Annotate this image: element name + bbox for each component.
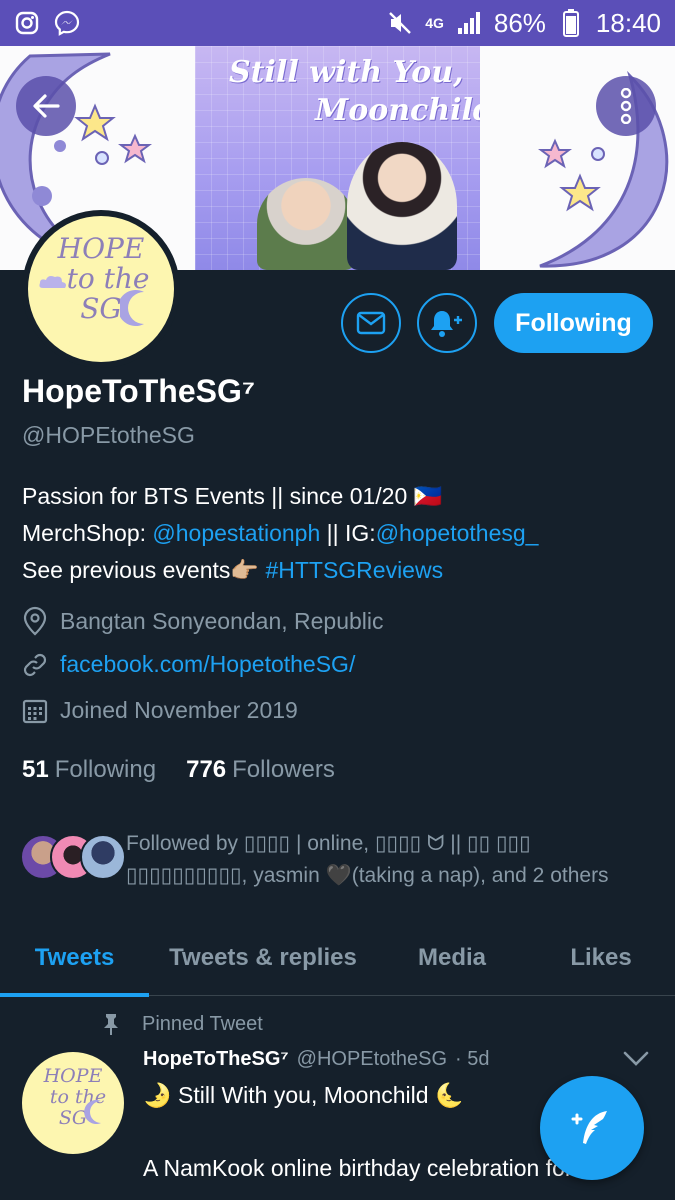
profile-bio: Passion for BTS Events || since 01/20 🇵🇭… <box>22 483 539 583</box>
avatar-cloud-icon <box>39 276 66 288</box>
profile-handle: @HOPEtotheSG <box>22 422 195 448</box>
chevron-down-icon[interactable] <box>622 1048 650 1068</box>
clock: 18:40 <box>595 7 661 38</box>
tab-tweets[interactable]: Tweets <box>0 920 149 997</box>
messenger-icon <box>54 10 80 36</box>
link-icon <box>23 653 47 676</box>
avatar-moon-icon <box>120 290 144 326</box>
tab-tweets-replies[interactable]: Tweets & replies <box>149 920 377 996</box>
crescent-icon <box>451 130 467 162</box>
tab-likes[interactable]: Likes <box>527 920 675 996</box>
profile-location: Bangtan Sonyeondan, Republic <box>22 606 384 636</box>
more-options-button[interactable] <box>596 76 656 136</box>
tweet-text-line1: 🌛 Still With you, Moonchild 🌜 <box>143 1082 464 1108</box>
tweet-time: · 5d <box>455 1048 490 1070</box>
tweet-author-name[interactable]: HopeToTheSG⁷ <box>143 1048 289 1071</box>
banner-title: Still with You, Moonchild <box>229 55 480 128</box>
tweet-header: HopeToTheSG⁷ @HOPEtotheSG · 5d <box>143 1048 490 1071</box>
hashtag-link[interactable]: #HTTSGReviews <box>265 557 443 583</box>
back-arrow-icon <box>33 94 60 118</box>
following-button[interactable]: Following <box>494 293 653 353</box>
battery-percent: 86% <box>493 7 546 38</box>
profile-avatar[interactable]: HOPE to the SG <box>22 210 180 368</box>
location-pin-icon <box>23 606 47 636</box>
bell-plus-icon <box>431 311 462 337</box>
avatar-moon-icon <box>84 1100 101 1124</box>
back-button[interactable] <box>16 76 76 136</box>
avatar-logo-text: HOPE to the SG <box>43 1065 107 1129</box>
banner-artwork: Still with You, Moonchild <box>195 46 480 270</box>
merchshop-link[interactable]: @hopestationph <box>152 520 320 546</box>
message-button[interactable] <box>341 293 401 353</box>
battery-icon <box>558 9 584 37</box>
signal-icon <box>456 10 482 36</box>
status-bar: 4G 86% 18:40 <box>0 0 675 46</box>
calendar-icon <box>22 699 48 723</box>
tab-media[interactable]: Media <box>377 920 527 996</box>
banner-photo-left <box>257 178 355 270</box>
compose-feather-icon <box>571 1111 607 1144</box>
profile-joined: Joined November 2019 <box>22 697 298 724</box>
followed-by-text[interactable]: Followed by ▯▯▯▯ | online, ▯▯▯▯ ᗢ || ▯▯ … <box>126 828 656 892</box>
moon-decoration-right <box>538 70 669 268</box>
tweet-author-avatar[interactable]: HOPE to the SG <box>22 1052 124 1154</box>
envelope-icon <box>356 311 386 335</box>
avatar <box>80 834 126 880</box>
network-label: 4G <box>425 15 444 31</box>
profile-name: HopeToTheSG⁷ <box>22 373 256 409</box>
banner-photo-right <box>347 142 457 270</box>
instagram-icon <box>14 10 40 36</box>
following-count-link[interactable]: 51 Following <box>22 756 156 784</box>
follow-counts: 51 Following 776 Followers <box>22 756 335 784</box>
pin-icon <box>104 1014 118 1035</box>
pinned-tweet-label: Pinned Tweet <box>100 1012 263 1036</box>
mute-icon <box>387 10 413 36</box>
followers-count-link[interactable]: 776 Followers <box>186 756 335 784</box>
profile-website[interactable]: facebook.com/HopetotheSG/ <box>22 651 355 678</box>
profile-tabs: Tweets Tweets & replies Media Likes <box>0 920 675 997</box>
notifications-button[interactable] <box>417 293 477 353</box>
tweet-author-handle: @HOPEtotheSG <box>296 1048 448 1070</box>
instagram-link[interactable]: @hopetothesg_ <box>376 520 539 546</box>
followers-you-know-avatars[interactable] <box>20 834 130 882</box>
more-vertical-icon <box>620 88 632 124</box>
compose-tweet-button[interactable] <box>540 1076 644 1180</box>
